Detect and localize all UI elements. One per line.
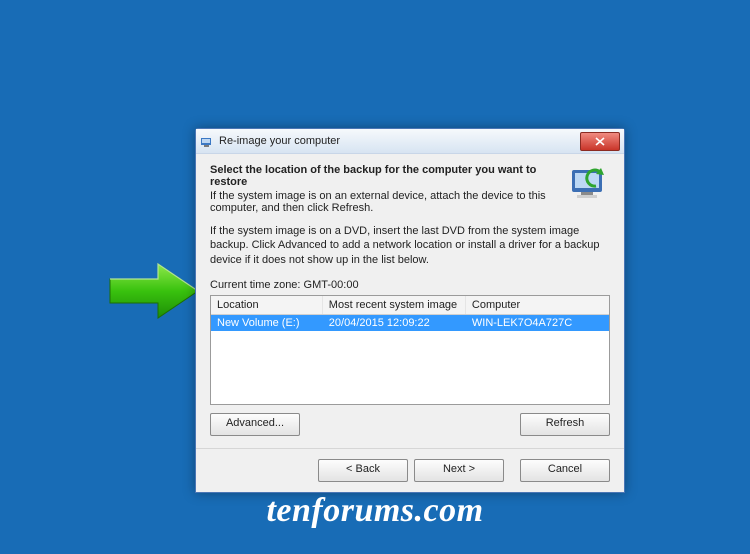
wizard-button-bar: < Back Next > Cancel: [196, 448, 624, 492]
cell-location: New Volume (E:): [211, 314, 322, 331]
heading-sub: If the system image is on an external de…: [210, 190, 546, 214]
window-title: Re-image your computer: [219, 135, 580, 147]
titlebar[interactable]: Re-image your computer: [196, 129, 624, 154]
backup-table[interactable]: Location Most recent system image Comput…: [210, 295, 610, 405]
close-button[interactable]: [580, 132, 620, 151]
heading: Select the location of the backup for th…: [210, 164, 558, 188]
timezone-label: Current time zone: GMT-00:00: [210, 279, 610, 291]
col-image[interactable]: Most recent system image: [322, 296, 465, 315]
col-computer[interactable]: Computer: [465, 296, 608, 315]
col-location[interactable]: Location: [211, 296, 322, 315]
pointer-arrow: [108, 261, 200, 321]
cell-image: 20/04/2015 12:09:22: [322, 314, 465, 331]
reimage-dialog: Re-image your computer Select the locati…: [195, 128, 625, 493]
close-icon: [595, 137, 605, 146]
dvd-note: If the system image is on a DVD, insert …: [210, 224, 610, 267]
computer-restore-icon: [568, 164, 610, 206]
table-row[interactable]: New Volume (E:) 20/04/2015 12:09:22 WIN-…: [211, 314, 609, 331]
next-button[interactable]: Next >: [414, 459, 504, 482]
back-button[interactable]: < Back: [318, 459, 408, 482]
refresh-button[interactable]: Refresh: [520, 413, 610, 436]
watermark: tenforums.com: [0, 492, 750, 530]
cancel-button[interactable]: Cancel: [520, 459, 610, 482]
advanced-button[interactable]: Advanced...: [210, 413, 300, 436]
app-icon: [200, 134, 214, 148]
cell-computer: WIN-LEK7O4A727C: [465, 314, 608, 331]
